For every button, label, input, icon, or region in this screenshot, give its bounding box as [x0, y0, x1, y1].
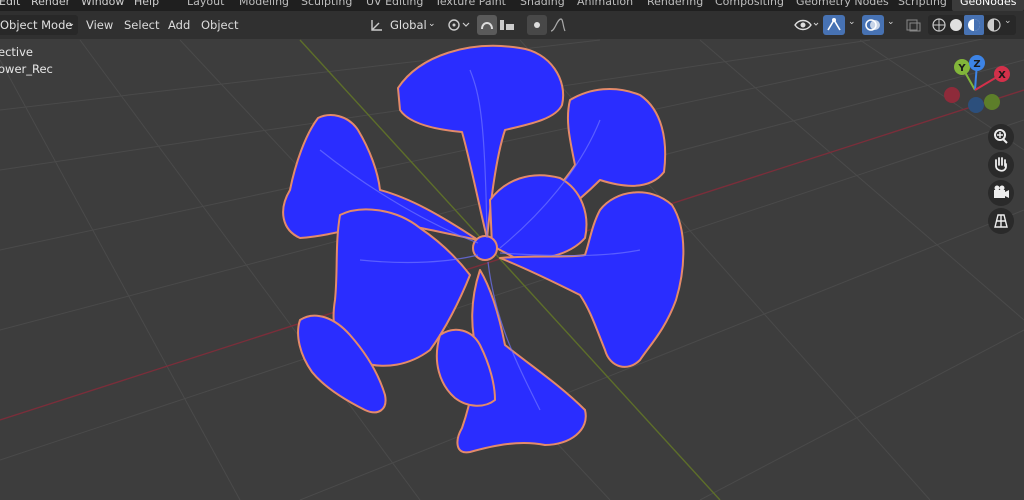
shading-material-button[interactable] — [964, 15, 984, 35]
transform-pivot-icon[interactable] — [447, 18, 475, 32]
zoom-button[interactable] — [988, 124, 1014, 150]
gizmo-icon — [827, 18, 841, 31]
ortho-toggle-button[interactable] — [988, 208, 1014, 234]
viewport-header: Object Mode ⌄ View Select Add Object Glo… — [0, 11, 1024, 39]
shading-wireframe-icon[interactable] — [931, 17, 947, 33]
tab-texture-paint[interactable]: Texture Paint — [435, 0, 506, 8]
tab-scripting[interactable]: Scripting — [898, 0, 947, 8]
shading-switcher: ⌄ — [928, 15, 1016, 35]
shading-solid-icon[interactable] — [948, 17, 964, 33]
snap-target-icon[interactable] — [498, 18, 520, 32]
view-perspective-label: ective — [0, 45, 33, 59]
chevron-down-icon: ⌄ — [67, 19, 75, 29]
menu-edit[interactable]: Edit — [0, 0, 20, 8]
viewport-canvas[interactable] — [0, 0, 1024, 500]
hand-icon — [995, 157, 1007, 172]
view-menu[interactable]: View — [86, 18, 113, 32]
overlay-icon — [865, 19, 880, 31]
mode-dropdown[interactable]: Object Mode ⌄ — [0, 15, 78, 35]
gizmo-toggle[interactable] — [823, 15, 845, 35]
gizmo-y-label: Y — [957, 63, 966, 74]
chevron-down-icon[interactable]: ⌄ — [1004, 16, 1012, 26]
navigation-gizmo[interactable]: X Y Z — [938, 52, 1018, 120]
menu-render[interactable]: Render — [31, 0, 70, 8]
select-menu[interactable]: Select — [124, 18, 159, 32]
camera-icon — [994, 185, 1009, 198]
menu-window[interactable]: Window — [81, 0, 124, 8]
orientation-label: Global — [390, 18, 427, 32]
overlay-toggle[interactable] — [862, 15, 884, 35]
add-menu[interactable]: Add — [168, 18, 190, 32]
snap-icon — [481, 22, 493, 30]
falloff-icon[interactable] — [549, 17, 573, 33]
xray-icon[interactable] — [905, 18, 921, 32]
tab-shading[interactable]: Shading — [520, 0, 565, 8]
tab-geonodes[interactable]: GeoNodes — [952, 0, 1024, 11]
orientation-dropdown[interactable]: Global ⌄ — [368, 15, 438, 35]
grid-icon — [994, 214, 1008, 228]
pan-button[interactable] — [988, 152, 1014, 178]
gizmo-neg-y[interactable] — [984, 94, 1000, 110]
chevron-down-icon[interactable]: ⌄ — [887, 17, 895, 27]
tab-rendering[interactable]: Rendering — [647, 0, 703, 8]
shading-material-icon — [968, 19, 980, 31]
proportional-icon — [534, 22, 540, 28]
top-menubar: Edit Render Window Help Layout Modeling … — [0, 0, 1024, 11]
gizmo-x-label: X — [998, 70, 1006, 81]
blender-window: Edit Render Window Help Layout Modeling … — [0, 0, 1024, 500]
menu-help[interactable]: Help — [134, 0, 159, 8]
object-menu[interactable]: Object — [201, 18, 238, 32]
tab-uv-editing[interactable]: UV Editing — [366, 0, 423, 8]
flower-hub — [472, 235, 498, 261]
mode-label: Object Mode — [0, 18, 73, 32]
tab-sculpting[interactable]: Sculpting — [301, 0, 352, 8]
gizmo-z-label: Z — [973, 59, 980, 70]
zoom-icon — [994, 129, 1008, 144]
active-object-label: ower_Rec — [0, 62, 53, 76]
shading-rendered-icon[interactable] — [986, 17, 1002, 33]
gizmo-neg-x[interactable] — [944, 87, 960, 103]
camera-view-button[interactable] — [988, 180, 1014, 206]
visibility-icon[interactable] — [793, 17, 819, 33]
gizmo-neg-z[interactable] — [968, 97, 984, 113]
chevron-down-icon[interactable]: ⌄ — [848, 17, 856, 27]
tab-animation[interactable]: Animation — [577, 0, 633, 8]
tab-layout[interactable]: Layout — [187, 0, 224, 8]
chevron-down-icon: ⌄ — [428, 19, 436, 29]
transform-orientation-icon — [371, 20, 382, 31]
tab-compositing[interactable]: Compositing — [715, 0, 784, 8]
flower-petal-center — [489, 174, 588, 261]
tab-modeling[interactable]: Modeling — [239, 0, 289, 8]
tab-geometry-nodes[interactable]: Geometry Nodes — [796, 0, 889, 8]
snap-toggle[interactable] — [477, 15, 497, 35]
proportional-toggle[interactable] — [527, 15, 547, 35]
